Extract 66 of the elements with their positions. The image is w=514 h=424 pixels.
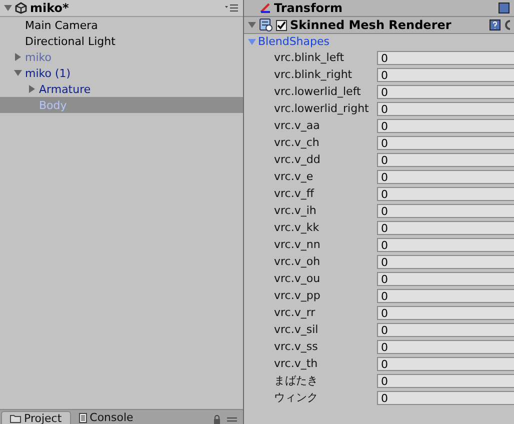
value-field[interactable]: 0 [377, 186, 514, 200]
value-field[interactable]: 0 [377, 306, 514, 320]
value-field[interactable]: 0 [377, 374, 514, 388]
value-field[interactable]: 0 [377, 390, 514, 404]
property-label: vrc.v_kk [273, 221, 320, 234]
value-field[interactable]: 0 [377, 356, 514, 370]
property-label: vrc.v_e [273, 170, 314, 183]
tree-item[interactable]: miko (1) [25, 66, 71, 80]
expanded-arrow-icon[interactable] [248, 21, 256, 29]
value-field[interactable]: 0 [377, 238, 514, 252]
panel-tab[interactable]: Project [1, 411, 71, 424]
document-icon [78, 412, 87, 422]
lock-icon[interactable] [213, 415, 221, 424]
value-field[interactable]: 0 [377, 50, 514, 64]
value-field[interactable]: 0 [377, 118, 514, 132]
folder-icon [10, 414, 21, 422]
property-label: vrc.v_ih [273, 204, 318, 217]
property-label: vrc.v_sil [273, 323, 320, 336]
property-label: vrc.lowerlid_left [273, 85, 362, 98]
collapsed-arrow-icon[interactable] [28, 85, 36, 93]
component-title: Skinned Mesh Renderer [290, 18, 452, 32]
value-field[interactable]: 0 [377, 68, 514, 82]
unity-logo-icon [15, 2, 27, 14]
menu-icon[interactable] [227, 416, 237, 422]
collapsed-arrow-icon[interactable] [14, 53, 22, 61]
tree-item[interactable]: Main Camera [25, 18, 98, 32]
property-label: vrc.v_oh [273, 255, 322, 268]
property-label: まばたき [273, 373, 319, 388]
property-label: vrc.blink_right [273, 68, 354, 81]
property-label: vrc.v_ou [273, 272, 322, 285]
value-field[interactable]: 0 [377, 220, 514, 234]
value-field[interactable]: 0 [377, 84, 514, 98]
property-label: ウィンク [273, 390, 319, 405]
value-field[interactable]: 0 [377, 170, 514, 184]
value-field[interactable]: 0 [377, 152, 514, 166]
property-label: vrc.blink_left [273, 51, 346, 64]
mesh-renderer-icon [259, 18, 273, 32]
tree-item[interactable]: Armature [39, 82, 91, 96]
value-field[interactable]: 0 [377, 340, 514, 354]
property-label: vrc.v_aa [273, 119, 321, 132]
property-label: vrc.v_ff [273, 187, 316, 200]
axes-icon [259, 2, 271, 14]
property-label: vrc.v_rr [273, 306, 316, 319]
value-field[interactable]: 0 [377, 136, 514, 150]
property-label: vrc.v_ss [273, 340, 319, 353]
tree-item[interactable]: Directional Light [25, 34, 116, 48]
value-field[interactable]: 0 [377, 322, 514, 336]
property-label: vrc.lowerlid_right [273, 102, 370, 115]
property-label: vrc.v_dd [273, 153, 322, 166]
property-label: vrc.v_pp [273, 289, 322, 302]
value-field[interactable]: 0 [377, 254, 514, 268]
value-field[interactable]: 0 [377, 272, 514, 286]
panel-tab[interactable]: Console [70, 411, 142, 424]
section-label[interactable]: BlendShapes [258, 35, 330, 48]
expanded-arrow-icon[interactable] [4, 4, 12, 12]
property-label: vrc.v_ch [273, 136, 320, 149]
value-field[interactable]: 0 [377, 288, 514, 302]
enabled-checkbox[interactable] [276, 20, 287, 30]
value-field[interactable]: 0 [377, 204, 514, 218]
menu-icon[interactable] [225, 4, 239, 12]
component-title: Transform [274, 1, 342, 15]
expanded-arrow-icon[interactable] [14, 69, 22, 77]
value-field[interactable]: 0 [377, 102, 514, 116]
scene-name: miko* [30, 1, 69, 15]
property-label: vrc.v_nn [273, 238, 322, 251]
property-label: vrc.v_th [273, 357, 319, 370]
